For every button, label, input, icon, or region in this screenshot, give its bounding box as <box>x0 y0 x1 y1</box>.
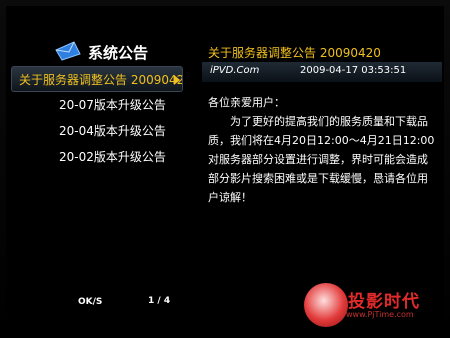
play-arrow-icon <box>174 75 180 85</box>
menu-item-server-adjustment[interactable]: 关于服务器调整公告 20090420 <box>11 66 183 92</box>
message-source: iPVD.Com <box>210 65 260 76</box>
watermark-brand: 投影时代 <box>348 292 420 312</box>
menu-item-label: 20-04版本升级公告 <box>59 124 166 138</box>
watermark-logo-icon <box>304 283 348 327</box>
envelope-icon <box>55 41 81 61</box>
panel-title: 系统公告 <box>88 44 149 62</box>
menu-item-label: 关于服务器调整公告 20090420 <box>19 73 183 87</box>
ok-hint: OK/S <box>78 297 103 307</box>
page-indicator: 1 / 4 <box>148 296 171 306</box>
menu-item-upgrade-20-02[interactable]: 20-02版本升级公告 <box>6 144 188 170</box>
pjtime-watermark: 投影时代 www.PjTime.com <box>300 283 446 329</box>
menu-item-label: 20-02版本升级公告 <box>59 150 166 164</box>
menu-item-upgrade-20-07[interactable]: 20-07版本升级公告 <box>6 92 188 118</box>
message-meta-bar: iPVD.Com 2009-04-17 03:53:51 <box>202 62 442 82</box>
menu-item-label: 20-07版本升级公告 <box>59 98 166 112</box>
message-datetime: 2009-04-17 03:53:51 <box>300 65 407 76</box>
announcement-menu: 关于服务器调整公告 20090420 20-07版本升级公告 20-04版本升级… <box>6 66 188 170</box>
announcement-list-panel: 系统公告 关于服务器调整公告 20090420 20-07版本升级公告 20-0… <box>6 6 188 332</box>
message-greeting: 各位亲爱用户： <box>208 96 285 109</box>
message-body-text: 为了更好的提高我们的服务质量和下载品质，我们将在4月20日12:00～4月21日… <box>208 115 435 204</box>
watermark-url: www.PjTime.com <box>346 310 414 319</box>
menu-item-upgrade-20-04[interactable]: 20-04版本升级公告 <box>6 118 188 144</box>
message-body: 为了更好的提高我们的服务质量和下载品质，我们将在4月20日12:00～4月21日… <box>208 112 438 207</box>
message-title: 关于服务器调整公告 20090420 <box>208 46 381 60</box>
